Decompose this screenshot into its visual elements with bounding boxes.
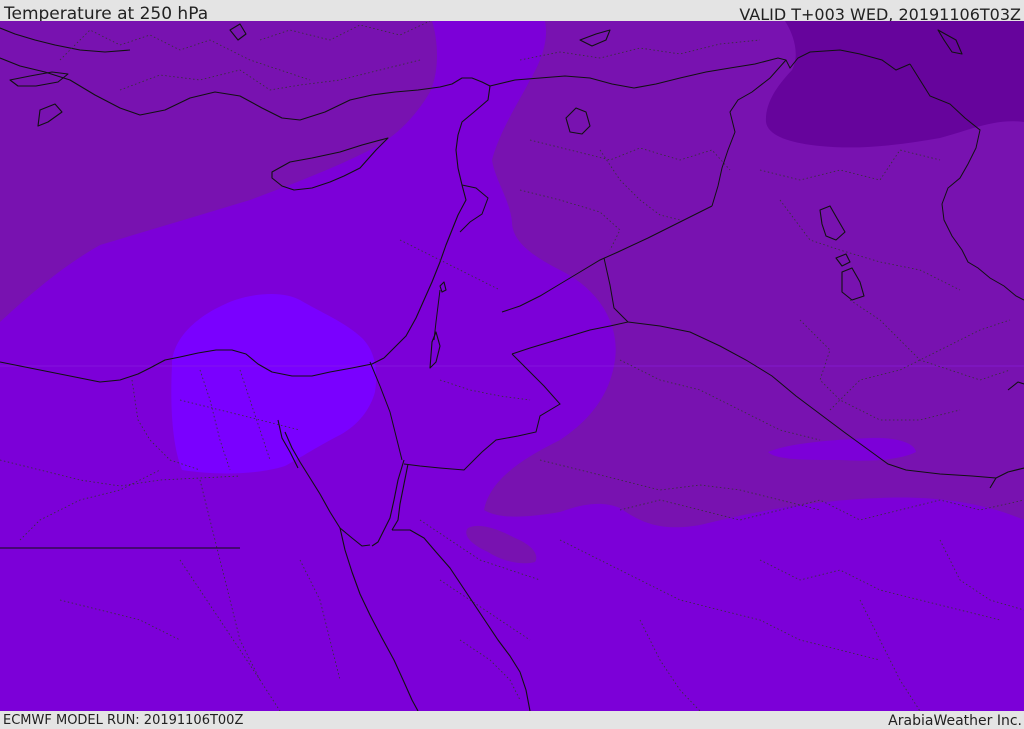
map-header: Temperature at 250 hPa VALID T+003 WED, … xyxy=(0,0,1024,24)
model-run-label: ECMWF MODEL RUN: 20191106T00Z xyxy=(3,713,244,728)
map-footer: ECMWF MODEL RUN: 20191106T00Z ArabiaWeat… xyxy=(0,711,1024,729)
temperature-map xyxy=(0,21,1024,711)
credit-label: ArabiaWeather Inc. xyxy=(888,713,1022,729)
